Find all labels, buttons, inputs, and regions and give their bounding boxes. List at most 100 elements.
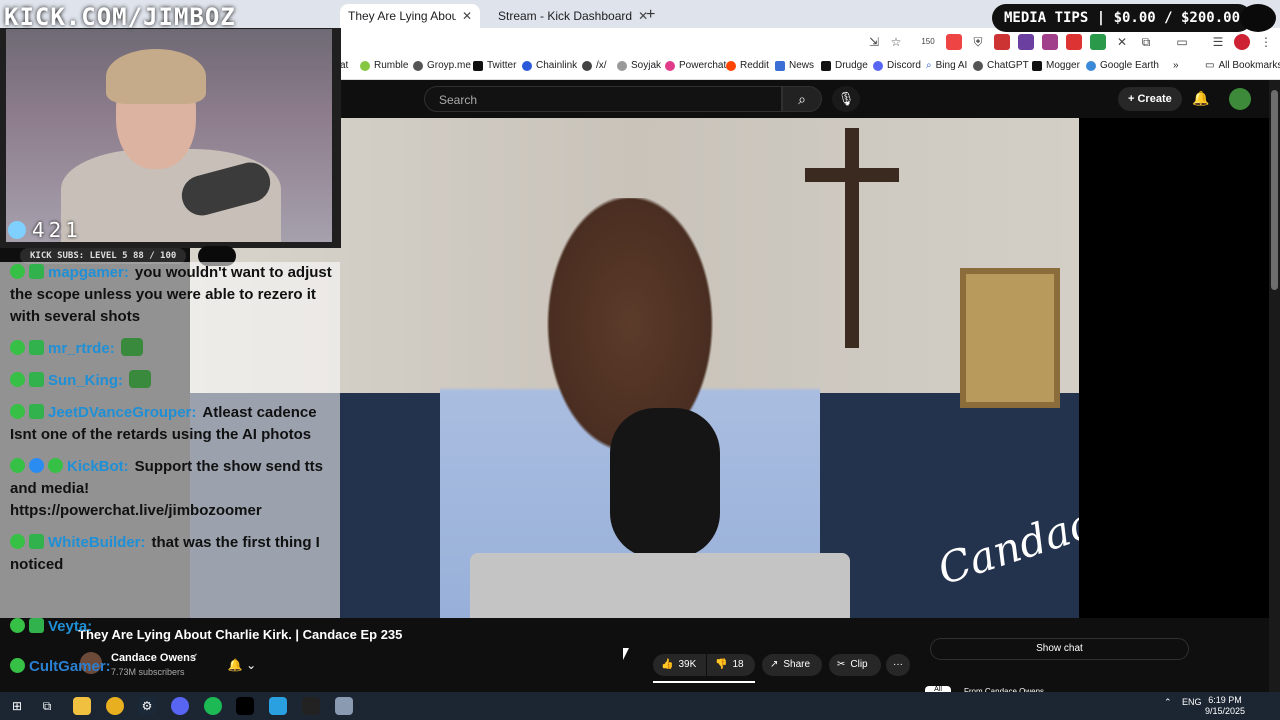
sub-badge-icon: [29, 404, 44, 419]
notifications-bell-icon[interactable]: 🔔: [1192, 90, 1209, 107]
tab-label: Stream - Kick Dashboard: [498, 9, 633, 23]
terminal-icon[interactable]: [236, 697, 254, 715]
bell-icon: 🔔: [227, 658, 243, 672]
windows-start-icon[interactable]: ⊞: [8, 697, 26, 715]
subscription-bell-button[interactable]: 🔔 ⌄: [217, 655, 267, 675]
kick-badge-icon: [10, 458, 25, 473]
bookmark-drudge[interactable]: Drudge: [821, 60, 868, 71]
extension-badge[interactable]: 150: [920, 34, 936, 50]
install-icon[interactable]: ⇲: [866, 34, 882, 50]
tray-chevron-up-icon[interactable]: ⌃: [1164, 697, 1172, 708]
sidepanel-icon[interactable]: ▭: [1174, 34, 1190, 50]
bookmark-powerchat[interactable]: Powerchat: [665, 60, 726, 71]
extension-icon[interactable]: [1018, 34, 1034, 50]
soyjak-icon: [617, 60, 627, 71]
bookmark-news[interactable]: News: [775, 60, 814, 71]
channel-name[interactable]: Candace Owens: [111, 652, 196, 664]
player-side-panel: [1079, 118, 1269, 618]
picture-frame-image: [960, 268, 1060, 408]
bookmark-reddit[interactable]: Reddit: [726, 60, 769, 71]
tab-youtube-video[interactable]: They Are Lying About Char ✕: [340, 4, 480, 28]
search-icon[interactable]: ⌕: [782, 86, 822, 112]
tab-kick-dashboard[interactable]: Stream - Kick Dashboard ✕: [484, 4, 648, 28]
clip-button[interactable]: ✂ Clip: [829, 654, 881, 676]
steam-icon[interactable]: ⚙: [138, 697, 156, 715]
discord-icon[interactable]: [171, 697, 189, 715]
spotify-icon[interactable]: [204, 697, 222, 715]
groyp-icon: [413, 60, 423, 71]
new-tab-button[interactable]: +: [646, 6, 655, 24]
all-bookmarks[interactable]: ▭ All Bookmarks: [1205, 60, 1280, 71]
viewer-count: 421: [8, 218, 82, 242]
bookmark-bing[interactable]: ⌕ Bing AI: [926, 60, 967, 71]
board-icon: [582, 60, 592, 71]
bookmark-item[interactable]: at: [340, 60, 348, 71]
mouse-cursor: [623, 648, 629, 660]
show-chat-button[interactable]: Show chat: [930, 638, 1189, 660]
kick-badge-icon: [10, 264, 25, 279]
webcam-feed: [6, 29, 332, 242]
task-view-icon[interactable]: ⧉: [38, 697, 56, 715]
bookmark-rumble[interactable]: Rumble: [360, 60, 408, 71]
stream-url-title: KICK.COM/JIMBOZ: [4, 3, 236, 31]
page-scrollbar[interactable]: [1269, 80, 1280, 692]
sub-badge-icon: [29, 340, 44, 355]
close-icon[interactable]: ✕: [462, 9, 472, 23]
scissors-icon: ✂: [837, 659, 846, 670]
verified-badge-icon: [48, 458, 63, 473]
file-explorer-icon[interactable]: [73, 697, 91, 715]
create-button[interactable]: + Create: [1118, 87, 1182, 111]
shield-icon[interactable]: ⛨: [970, 34, 986, 50]
viewers-icon: [8, 221, 26, 239]
telegram-icon[interactable]: [269, 697, 287, 715]
bookmark-soyjak[interactable]: Soyjak: [617, 60, 661, 71]
puzzle-icon[interactable]: ⧉: [1138, 34, 1154, 50]
avatar[interactable]: [1229, 88, 1251, 110]
bookmark-mogger[interactable]: Mogger: [1032, 60, 1080, 71]
clock[interactable]: 6:19 PM 9/15/2025: [1205, 695, 1245, 717]
sub-badge-icon: [29, 372, 44, 387]
scrollbar-thumb[interactable]: [1271, 90, 1278, 290]
like-button[interactable]: 👍 39K: [653, 654, 706, 676]
chat-username: mr_rtrde:: [48, 340, 115, 357]
extension-icon[interactable]: [1042, 34, 1058, 50]
bookmark-google-earth[interactable]: Google Earth: [1086, 60, 1159, 71]
kick-badge-icon: [10, 372, 25, 387]
obs-icon[interactable]: [302, 697, 320, 715]
bookmark-chatgpt[interactable]: ChatGPT: [973, 60, 1029, 71]
extension-icon[interactable]: [946, 34, 962, 50]
powerchat-icon: [665, 60, 675, 71]
kebab-menu-icon[interactable]: ⋮: [1258, 34, 1274, 50]
laptop-image: [470, 553, 850, 618]
bookmark-x[interactable]: /x/: [582, 60, 607, 71]
thumbs-down-icon: 👎: [715, 659, 728, 670]
more-actions-button[interactable]: ···: [886, 654, 910, 676]
bookmark-overflow-button[interactable]: »: [1173, 60, 1179, 71]
profile-icon[interactable]: [1234, 34, 1250, 50]
drudge-icon: [821, 60, 831, 71]
pepe-emote-icon: [120, 338, 143, 356]
chrome-icon[interactable]: [106, 697, 124, 715]
language-indicator[interactable]: ENG: [1182, 697, 1202, 707]
search-input[interactable]: Search: [424, 86, 782, 112]
taskbar: [0, 692, 1280, 720]
extension-icon[interactable]: [1090, 34, 1106, 50]
share-button[interactable]: ↗ Share: [762, 654, 822, 676]
kick-badge-icon: [10, 340, 25, 355]
extension-icon[interactable]: [1066, 34, 1082, 50]
chat-message: WhiteBuilder: that was the first thing I …: [10, 532, 335, 576]
bookmark-groyp[interactable]: Groyp.me: [413, 60, 471, 71]
app-icon[interactable]: [335, 697, 353, 715]
microphone-icon[interactable]: 🎙: [832, 86, 860, 112]
extension-icon[interactable]: [994, 34, 1010, 50]
x-icon[interactable]: ✕: [1114, 34, 1130, 50]
thumbs-up-icon: 👍: [661, 659, 674, 670]
bookmark-discord[interactable]: Discord: [873, 60, 921, 71]
dislike-button[interactable]: 👎 18: [707, 654, 755, 676]
mogger-icon: [1032, 60, 1042, 71]
bookmark-twitter[interactable]: Twitter: [473, 60, 516, 71]
bookmark-chainlink[interactable]: Chainlink: [522, 60, 577, 71]
crucifix-image: [845, 128, 859, 348]
star-icon[interactable]: ☆: [888, 34, 904, 50]
menu-list-icon[interactable]: ☰: [1210, 34, 1226, 50]
